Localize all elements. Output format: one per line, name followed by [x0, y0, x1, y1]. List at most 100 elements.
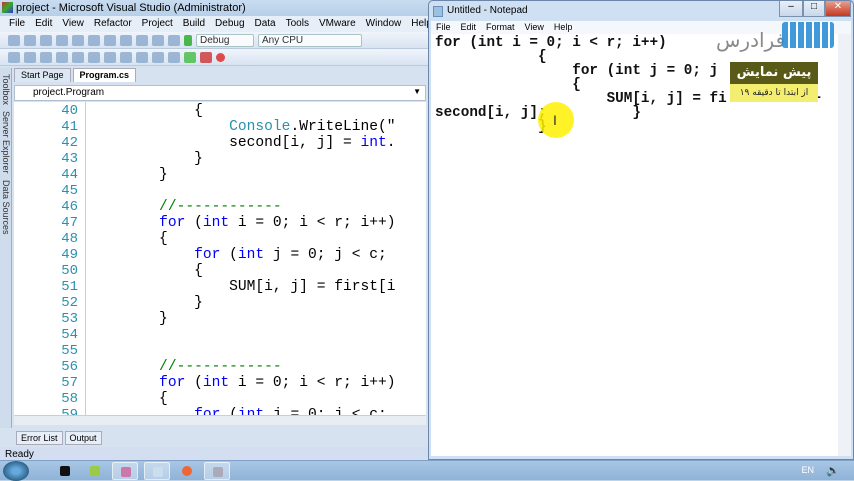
paste-icon[interactable] [120, 34, 132, 46]
maximize-button[interactable]: □ [803, 1, 825, 17]
tab-program-cs[interactable]: Program.cs [72, 68, 137, 82]
redo-icon[interactable] [152, 34, 164, 46]
code-line: } [89, 311, 168, 327]
horizontal-scrollbar[interactable] [14, 415, 426, 425]
bookmark-icon[interactable] [168, 51, 180, 63]
menu-project[interactable]: Project [137, 16, 178, 32]
menu-refactor[interactable]: Refactor [89, 16, 137, 32]
line-number: 48 [61, 231, 78, 247]
vs-title-bar: project - Microsoft Visual Studio (Admin… [0, 0, 430, 16]
visual-studio-window: project - Microsoft Visual Studio (Admin… [0, 0, 432, 461]
language-indicator[interactable]: EN [801, 465, 814, 475]
toolbar-icon[interactable] [8, 51, 20, 63]
vs-app-icon [2, 2, 13, 13]
code-line: for (int j = 0; j < c; [194, 247, 387, 263]
code-line: //------------ [89, 359, 282, 375]
preview-badge: پیش نمایش از ابتدا تا دقیقه ۱۹ [730, 62, 818, 104]
toolbar-icon[interactable] [40, 51, 52, 63]
code-line: { [89, 103, 203, 119]
vs-menu-bar: File Edit View Refactor Project Build De… [0, 16, 432, 32]
start-button[interactable] [3, 461, 29, 481]
toolbox-tab[interactable]: Toolbox [1, 74, 11, 105]
menu-format[interactable]: Format [481, 21, 520, 34]
close-button[interactable]: ✕ [825, 1, 851, 17]
code-editor[interactable]: 40 {41 Console.WriteLine(" 42 second[i, j… [14, 102, 426, 415]
code-line: SUM[i, j] = first[i [89, 279, 396, 295]
copy-icon[interactable] [104, 34, 116, 46]
line-number: 52 [61, 295, 78, 311]
type-navigation-dropdown[interactable]: project.Program ▼ [14, 85, 426, 101]
menu-view[interactable]: View [57, 16, 89, 32]
platform-select[interactable]: Any CPU [258, 33, 362, 47]
undo-icon[interactable] [136, 34, 148, 46]
taskbar-notepad[interactable] [144, 462, 170, 480]
menu-file[interactable]: File [431, 21, 456, 34]
data-sources-tab[interactable]: Data Sources [1, 180, 11, 235]
volume-icon[interactable]: 🔈 [826, 464, 840, 477]
menu-tools[interactable]: Tools [281, 16, 314, 32]
taskbar-visual-studio[interactable] [112, 462, 138, 480]
menu-edit[interactable]: Edit [456, 21, 482, 34]
bookmark-icon[interactable] [136, 51, 148, 63]
menu-vmware[interactable]: VMware [314, 16, 361, 32]
side-tool-strip: Toolbox Server Explorer Data Sources [0, 68, 12, 428]
new-project-icon[interactable] [8, 34, 20, 46]
taskbar-firefox[interactable] [174, 462, 200, 480]
line-number: 56 [61, 359, 78, 375]
taskbar-tool[interactable] [204, 462, 230, 480]
comment-icon[interactable] [88, 51, 100, 63]
status-bar: Ready [0, 447, 430, 461]
run-icon[interactable] [200, 51, 212, 63]
line-number: 54 [61, 327, 78, 343]
line-number: 42 [61, 135, 78, 151]
outdent-icon[interactable] [72, 51, 84, 63]
uncomment-icon[interactable] [104, 51, 116, 63]
text-line: { [435, 49, 547, 65]
badge-title: پیش نمایش [730, 62, 818, 84]
menu-edit[interactable]: Edit [30, 16, 57, 32]
vertical-scrollbar[interactable] [838, 34, 851, 456]
menu-debug[interactable]: Debug [210, 16, 249, 32]
tab-start-page[interactable]: Start Page [14, 68, 71, 82]
save-icon[interactable] [56, 34, 68, 46]
menu-view[interactable]: View [520, 21, 549, 34]
minimize-button[interactable]: – [779, 1, 803, 17]
open-icon[interactable] [40, 34, 52, 46]
menu-window[interactable]: Window [361, 16, 407, 32]
cut-icon[interactable] [88, 34, 100, 46]
line-number: 40 [61, 103, 78, 119]
indent-icon[interactable] [56, 51, 68, 63]
navigate-icon[interactable] [168, 34, 180, 46]
toolbar-icon[interactable] [24, 51, 36, 63]
taskbar-cmd[interactable] [52, 462, 78, 480]
line-number: 41 [61, 119, 78, 135]
menu-help[interactable]: Help [549, 21, 578, 34]
book-icon [782, 22, 834, 48]
bottom-tool-tabs: Error List Output [16, 431, 102, 445]
line-number: 46 [61, 199, 78, 215]
code-line: { [89, 391, 168, 407]
bookmark-icon[interactable] [152, 51, 164, 63]
error-list-tab[interactable]: Error List [16, 431, 63, 445]
menu-build[interactable]: Build [178, 16, 210, 32]
code-line: { [89, 263, 203, 279]
start-debug-icon[interactable] [184, 34, 192, 46]
add-item-icon[interactable] [24, 34, 36, 46]
config-select[interactable]: Debug [196, 33, 254, 47]
output-tab[interactable]: Output [64, 431, 102, 445]
text-line: for (int i = 0; i < r; i++) [435, 35, 667, 51]
menu-file[interactable]: File [4, 16, 30, 32]
taskbar-notepad-plus[interactable] [82, 462, 108, 480]
document-tabs: Start Page Program.cs [14, 68, 426, 82]
line-number: 53 [61, 311, 78, 327]
record-icon[interactable] [216, 52, 225, 62]
standard-toolbar: Debug Any CPU [0, 32, 430, 49]
code-line: } [89, 151, 203, 167]
line-number: 45 [61, 183, 78, 199]
server-explorer-tab[interactable]: Server Explorer [1, 111, 11, 174]
bookmark-icon[interactable] [120, 51, 132, 63]
menu-data[interactable]: Data [250, 16, 281, 32]
run-icon[interactable] [184, 51, 196, 63]
save-all-icon[interactable] [72, 34, 84, 46]
code-line: for (int i = 0; i < r; i++) [159, 215, 396, 231]
